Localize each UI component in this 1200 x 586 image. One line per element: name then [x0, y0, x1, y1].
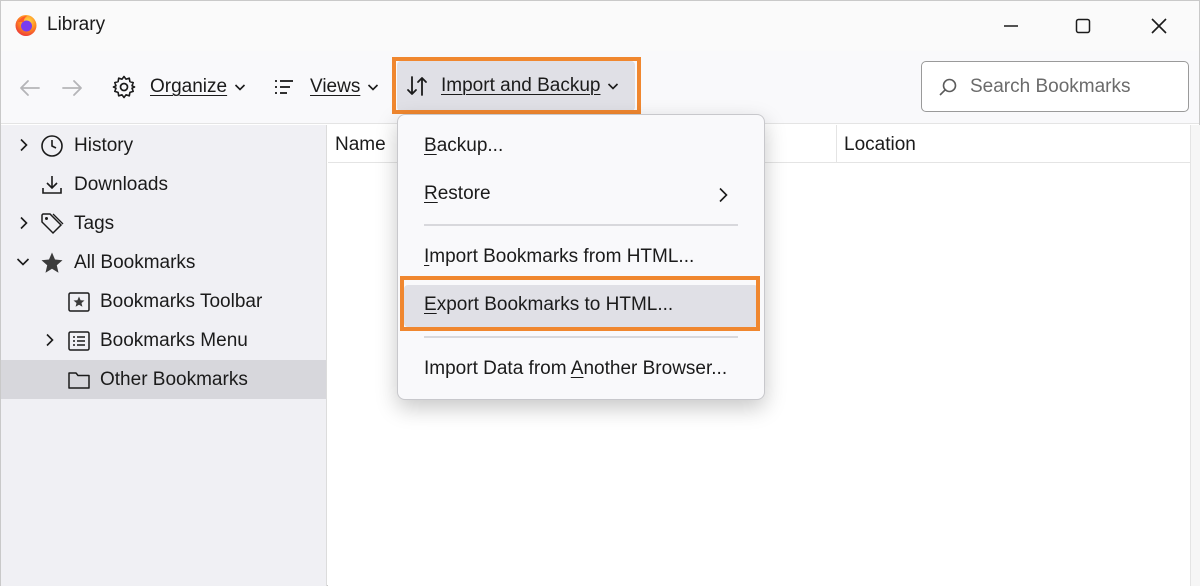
- sidebar-item-history[interactable]: History: [1, 126, 326, 165]
- sidebar-item-label: All Bookmarks: [74, 252, 196, 273]
- menu-item-backup[interactable]: Backup...: [404, 126, 758, 168]
- chevron-right-icon[interactable]: [17, 216, 31, 230]
- folder-icon: [68, 372, 90, 389]
- menu-item-accesskey: A: [570, 358, 584, 379]
- column-header-location[interactable]: Location: [837, 125, 1199, 163]
- scrollbar[interactable]: [1190, 125, 1200, 586]
- close-icon: [1151, 18, 1167, 34]
- menu-item-import-data-another-browser[interactable]: Import Data from Another Browser...: [404, 349, 758, 391]
- clock-icon: [41, 135, 63, 157]
- organize-label: Organize: [150, 76, 228, 97]
- menu-item-import-bookmarks-html[interactable]: Import Bookmarks from HTML...: [404, 237, 758, 279]
- menu-item-text: mport Bookmarks from HTML...: [429, 246, 695, 267]
- download-icon: [42, 176, 62, 194]
- views-button[interactable]: Views: [265, 65, 387, 109]
- title-bar: Library: [1, 1, 1199, 51]
- chevron-right-icon: [719, 187, 728, 203]
- search-bookmarks-box[interactable]: [921, 61, 1189, 112]
- sidebar-item-label: Other Bookmarks: [100, 369, 248, 390]
- gear-icon: [112, 75, 136, 99]
- search-input[interactable]: [970, 75, 1170, 98]
- search-icon: [939, 78, 957, 96]
- import-backup-menu: Backup... Restore Import Bookmarks from …: [397, 114, 765, 400]
- bookmarks-menu-icon: [68, 331, 90, 351]
- sidebar-tree: History Downloads Tags All Bookmarks Boo…: [1, 125, 327, 586]
- menu-item-text: nother Browser...: [583, 358, 728, 379]
- chevron-down-icon[interactable]: [16, 255, 30, 269]
- chevron-right-icon[interactable]: [17, 138, 31, 152]
- sidebar-item-label: Downloads: [74, 174, 168, 195]
- maximize-button[interactable]: [1053, 6, 1113, 46]
- forward-arrow-icon[interactable]: [59, 75, 85, 101]
- library-window: Library Organize Views Import and Backup…: [0, 0, 1200, 586]
- import-button-highlight: [392, 57, 641, 114]
- window-title: Library: [47, 14, 106, 35]
- menu-separator: [424, 224, 738, 226]
- close-button[interactable]: [1129, 6, 1189, 46]
- views-label: Views: [310, 76, 361, 97]
- maximize-icon: [1075, 18, 1091, 34]
- sidebar-item-bookmarks-toolbar[interactable]: Bookmarks Toolbar: [1, 282, 326, 321]
- chevron-right-icon[interactable]: [43, 333, 57, 347]
- menu-item-text: Import Data from: [424, 358, 571, 379]
- export-item-highlight: [400, 276, 760, 331]
- menu-item-accesskey: B: [424, 135, 437, 156]
- back-arrow-icon[interactable]: [17, 75, 43, 101]
- tags-icon: [41, 213, 64, 235]
- sidebar-item-bookmarks-menu[interactable]: Bookmarks Menu: [1, 321, 326, 360]
- menu-separator: [424, 336, 738, 338]
- sidebar-item-label: Tags: [74, 213, 115, 234]
- sidebar-item-label: Bookmarks Menu: [100, 330, 248, 351]
- sidebar-item-tags[interactable]: Tags: [1, 204, 326, 243]
- organize-button[interactable]: Organize: [103, 65, 254, 109]
- menu-item-accesskey: R: [424, 183, 438, 204]
- star-icon: [41, 252, 63, 273]
- sidebar-item-other-bookmarks[interactable]: Other Bookmarks: [1, 360, 326, 399]
- menu-item-text: ackup...: [436, 135, 504, 156]
- minimize-button[interactable]: [981, 6, 1041, 46]
- sidebar-item-downloads[interactable]: Downloads: [1, 165, 326, 204]
- sidebar-item-label: Bookmarks Toolbar: [100, 291, 263, 312]
- bookmarks-toolbar-icon: [68, 292, 90, 312]
- menu-item-restore[interactable]: Restore: [404, 174, 758, 216]
- menu-item-text: estore: [437, 183, 491, 204]
- chevron-down-icon: [368, 84, 379, 91]
- firefox-logo-icon: [15, 15, 37, 36]
- chevron-down-icon: [235, 84, 246, 91]
- sidebar-item-label: History: [74, 135, 134, 156]
- list-icon: [275, 80, 293, 94]
- sidebar-item-all-bookmarks[interactable]: All Bookmarks: [1, 243, 326, 282]
- minimize-icon: [1004, 25, 1018, 27]
